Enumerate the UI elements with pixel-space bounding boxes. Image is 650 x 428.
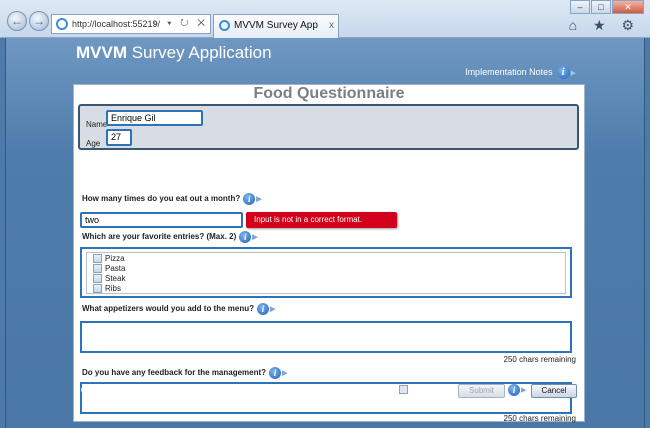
list-item[interactable]: Ribs [93, 284, 122, 294]
expand-arrow-icon: ▶ [270, 306, 276, 313]
window-controls: – □ ✕ [569, 0, 644, 14]
expand-arrow-icon: ▶ [256, 196, 262, 203]
expand-arrow-icon: ▶ [570, 69, 576, 77]
checkbox[interactable] [93, 284, 102, 294]
home-favorites-tools-icons[interactable]: ⌂ ★ ⚙ [569, 17, 640, 34]
force-failure-label: Force failure [411, 385, 456, 394]
entry-label: Ribs [105, 284, 122, 293]
favorite-entries-list: Pizza Pasta Steak Ribs [80, 247, 572, 298]
question-favorite-entries-label: Which are your favorite entries? (Max. 2… [82, 232, 237, 242]
appetizers-textarea[interactable] [80, 321, 572, 353]
forward-button[interactable]: → [29, 11, 49, 31]
info-icon[interactable]: i [269, 367, 282, 379]
name-label: Name [86, 120, 108, 129]
age-input[interactable]: 27 [106, 129, 132, 146]
app-area: MVVM Survey Application Implementation N… [5, 38, 645, 428]
entries-listbox: Pizza Pasta Steak Ribs [86, 252, 566, 294]
questionnaire-panel: Food Questionnaire Name Enrique Gil Age … [73, 84, 585, 423]
form-title: Food Questionnaire [253, 85, 405, 102]
checkbox[interactable] [93, 274, 102, 284]
tab-title: MVVM Survey App [234, 20, 318, 31]
personal-info-box: Name Enrique Gil Age 27 [78, 104, 579, 150]
info-icon[interactable]: i [239, 231, 252, 243]
checkbox[interactable] [93, 254, 102, 264]
checkbox[interactable] [93, 264, 102, 274]
list-item[interactable]: Steak [93, 274, 126, 284]
validation-error-tooltip: Input is not in a correct format. [246, 212, 397, 228]
info-icon[interactable]: i [556, 66, 570, 79]
question-eat-out: How many times do you eat out a month? i ▶ [82, 193, 262, 205]
submit-info: i ▶ [508, 384, 527, 397]
close-window-button[interactable]: ✕ [612, 0, 644, 14]
info-icon[interactable]: i [257, 303, 270, 315]
expand-arrow-icon: ▶ [521, 387, 527, 395]
cancel-button[interactable]: Cancel [531, 384, 577, 398]
app-title-rest: Survey Application [127, 43, 272, 62]
entry-label: Pizza [105, 254, 125, 263]
eat-out-input[interactable]: two [80, 212, 243, 228]
force-failure-checkbox[interactable] [399, 385, 408, 395]
address-tools-icons[interactable]: ⌕ ▾ ↻ ✕ [153, 15, 208, 33]
back-button[interactable]: ← [7, 11, 27, 31]
name-input[interactable]: Enrique Gil [106, 110, 203, 126]
ie-icon [56, 18, 68, 30]
expand-arrow-icon: ▶ [252, 234, 258, 241]
app-title-bold: MVVM [76, 43, 127, 62]
entry-label: Steak [105, 274, 126, 283]
question-feedback: Do you have any feedback for the managem… [82, 367, 287, 379]
list-item[interactable]: Pizza [93, 254, 125, 264]
implementation-notes-link[interactable]: Implementation Notes i ▶ [465, 66, 576, 79]
address-url[interactable]: http://localhost:55219/ [72, 15, 160, 33]
address-bar[interactable]: http://localhost:55219/ ⌕ ▾ ↻ ✕ [51, 14, 211, 34]
browser-chrome: ← → http://localhost:55219/ ⌕ ▾ ↻ ✕ MVVM… [0, 0, 650, 38]
question-appetizers-label: What appetizers would you add to the men… [82, 304, 255, 314]
tab-mvvm-survey-app[interactable]: MVVM Survey App x [213, 14, 339, 38]
implementation-notes-label[interactable]: Implementation Notes [465, 67, 553, 77]
question-feedback-label: Do you have any feedback for the managem… [82, 368, 267, 378]
feedback-chars-remaining: 250 chars remaining [503, 414, 576, 423]
age-label: Age [86, 139, 101, 148]
app-title: MVVM Survey Application [76, 43, 272, 63]
appetizers-chars-remaining: 250 chars remaining [503, 355, 576, 364]
entry-label: Pasta [105, 264, 126, 273]
info-icon[interactable]: i [243, 193, 256, 205]
question-favorite-entries: Which are your favorite entries? (Max. 2… [82, 231, 258, 243]
tab-close-icon[interactable]: x [329, 15, 334, 37]
ie-icon [219, 20, 230, 31]
minimize-button[interactable]: – [570, 0, 590, 14]
expand-arrow-icon: ▶ [282, 370, 288, 377]
list-item[interactable]: Pasta [93, 264, 126, 274]
questions-remaining: 3 questions remaining [74, 385, 153, 394]
question-appetizers: What appetizers would you add to the men… [82, 303, 275, 315]
maximize-button[interactable]: □ [591, 0, 611, 14]
info-icon[interactable]: i [508, 384, 520, 397]
question-eat-out-label: How many times do you eat out a month? [82, 194, 241, 204]
submit-button[interactable]: Submit [458, 384, 505, 398]
force-failure-option[interactable]: Force failure [399, 385, 456, 395]
